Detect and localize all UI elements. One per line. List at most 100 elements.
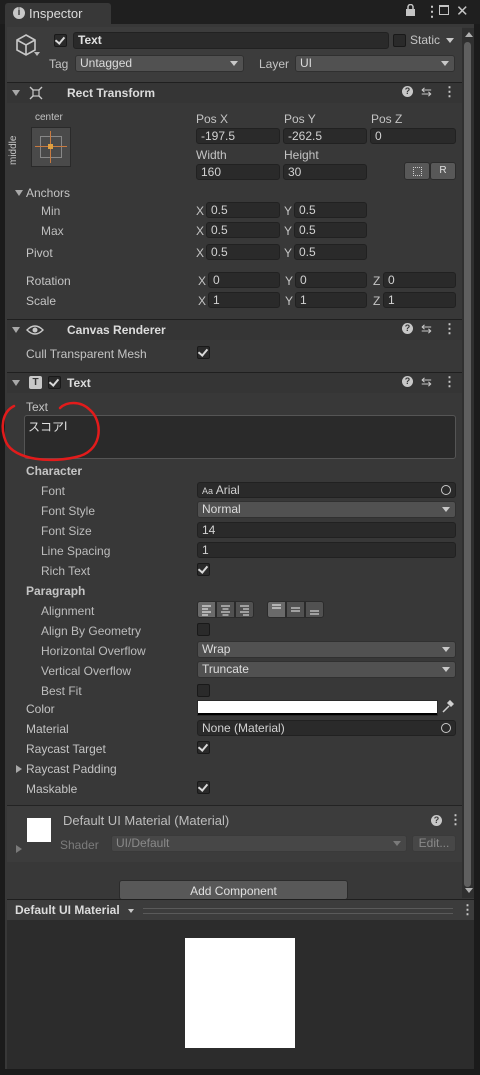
posx-field[interactable]: -197.5 [196, 128, 280, 144]
gameobject-name-field[interactable]: Text [73, 32, 389, 49]
height-field[interactable]: 30 [283, 164, 367, 180]
anchor-max-x-field[interactable]: 0.5 [206, 222, 280, 238]
color-field[interactable] [197, 700, 438, 716]
help-icon[interactable]: ? [402, 323, 413, 334]
anchors-label: Anchors [26, 186, 71, 200]
eyedropper-icon[interactable] [441, 699, 455, 717]
tag-label: Tag [49, 57, 69, 71]
rotation-y-field[interactable]: 0 [295, 272, 367, 288]
width-field[interactable]: 160 [196, 164, 280, 180]
preview-title[interactable]: Default UI Material [15, 903, 120, 917]
layer-dropdown[interactable]: UI [295, 55, 455, 72]
static-checkbox[interactable] [393, 34, 406, 47]
preset-icon[interactable]: ⇆ [421, 374, 432, 390]
rotation-x-field[interactable]: 0 [208, 272, 280, 288]
icon-dropdown-arrow[interactable] [34, 52, 40, 56]
maskable-checkbox[interactable] [197, 781, 210, 794]
preview-dropdown-arrow[interactable] [128, 909, 134, 913]
anchor-min-x-field[interactable]: 0.5 [206, 202, 280, 218]
tab-bar: i Inspector ⋮ ✕ [0, 0, 480, 24]
raycast-padding-foldout-icon[interactable] [16, 765, 22, 773]
best-fit-checkbox[interactable] [197, 684, 210, 697]
font-style-label: Font Style [41, 504, 96, 518]
foldout-arrow-icon[interactable] [12, 90, 20, 96]
tag-dropdown[interactable]: Untagged [75, 55, 244, 72]
component-menu-icon[interactable]: ⋮ [443, 321, 456, 337]
horizontal-overflow-dropdown[interactable]: Wrap [197, 641, 456, 658]
scale-y-field[interactable]: 1 [295, 292, 367, 308]
rich-text-label: Rich Text [41, 564, 91, 578]
maximize-icon[interactable] [439, 5, 449, 15]
font-size-field[interactable]: 14 [197, 522, 456, 538]
rotation-z-field[interactable]: 0 [383, 272, 456, 288]
anchor-max-y-field[interactable]: 0.5 [294, 222, 367, 238]
posx-label: Pos X [196, 112, 229, 126]
text-component-header[interactable]: T Text ? ⇆ ⋮ [7, 372, 462, 393]
align-center-button[interactable] [216, 601, 235, 618]
scale-x-field[interactable]: 1 [208, 292, 280, 308]
scrollbar-thumb[interactable] [464, 42, 471, 887]
preset-icon[interactable]: ⇆ [421, 84, 432, 100]
help-icon[interactable]: ? [402, 86, 413, 97]
align-middle-button[interactable] [286, 601, 305, 618]
foldout-arrow-icon[interactable] [12, 380, 20, 386]
anchor-min-y-field[interactable]: 0.5 [294, 202, 367, 218]
blueprint-mode-button[interactable] [404, 162, 430, 180]
material-field[interactable]: None (Material) [197, 720, 456, 736]
shader-dropdown[interactable]: UI/Default [111, 835, 407, 852]
add-component-button[interactable]: Add Component [119, 880, 348, 900]
line-spacing-field[interactable]: 1 [197, 542, 456, 558]
scrollbar-track[interactable] [462, 28, 474, 898]
preset-icon[interactable]: ⇆ [421, 321, 432, 337]
canvas-renderer-header[interactable]: Canvas Renderer ? ⇆ ⋮ [7, 319, 462, 340]
close-icon[interactable]: ✕ [456, 2, 469, 20]
posz-field[interactable]: 0 [370, 128, 456, 144]
more-menu-icon[interactable]: ⋮ [425, 3, 439, 20]
scrollbar-up-arrow[interactable] [465, 32, 473, 37]
font-style-dropdown[interactable]: Normal [197, 501, 456, 518]
best-fit-label: Best Fit [41, 684, 82, 698]
scrollbar-down-arrow[interactable] [465, 888, 473, 893]
lock-icon[interactable] [405, 3, 416, 20]
align-right-button[interactable] [235, 601, 254, 618]
pivot-x-field[interactable]: 0.5 [206, 244, 280, 260]
material-foldout-icon[interactable] [16, 845, 22, 853]
text-enabled-checkbox[interactable] [48, 376, 61, 389]
align-by-geometry-checkbox[interactable] [197, 623, 210, 636]
anchors-foldout-icon[interactable] [15, 190, 23, 196]
raycast-padding-label[interactable]: Raycast Padding [26, 762, 117, 776]
vertical-overflow-dropdown[interactable]: Truncate [197, 661, 456, 678]
pivot-y-field[interactable]: 0.5 [294, 244, 367, 260]
static-dropdown-arrow[interactable] [446, 38, 454, 43]
rect-transform-title: Rect Transform [67, 86, 156, 100]
pivot-y-axis: Y [284, 246, 293, 260]
active-checkbox[interactable] [54, 34, 67, 47]
font-field[interactable]: Aa Arial [197, 482, 456, 498]
help-icon[interactable]: ? [402, 376, 413, 387]
static-label[interactable]: Static [410, 33, 440, 47]
tab-inspector[interactable]: i Inspector [5, 3, 111, 24]
align-bottom-button[interactable] [305, 601, 324, 618]
canvas-renderer-title: Canvas Renderer [67, 323, 166, 337]
rect-transform-header[interactable]: Rect Transform ? ⇆ ⋮ [7, 82, 462, 103]
anchor-min-x-axis: X [196, 204, 205, 218]
component-menu-icon[interactable]: ⋮ [449, 812, 462, 828]
help-icon[interactable]: ? [431, 815, 442, 826]
preview-menu-icon[interactable]: ⋮ [461, 902, 474, 918]
posy-field[interactable]: -262.5 [283, 128, 367, 144]
scale-z-field[interactable]: 1 [383, 292, 456, 308]
raycast-target-checkbox[interactable] [197, 741, 210, 754]
component-menu-icon[interactable]: ⋮ [443, 84, 456, 100]
align-top-button[interactable] [267, 601, 286, 618]
cull-transparent-mesh-checkbox[interactable] [197, 346, 210, 359]
object-picker-icon[interactable] [441, 723, 451, 733]
anchor-preset-button[interactable] [31, 127, 71, 167]
shader-edit-button[interactable]: Edit... [412, 835, 456, 852]
component-menu-icon[interactable]: ⋮ [443, 374, 456, 390]
object-picker-icon[interactable] [441, 485, 451, 495]
foldout-arrow-icon[interactable] [12, 327, 20, 333]
preview-splitter[interactable] [143, 908, 453, 914]
align-left-button[interactable] [197, 601, 216, 618]
rich-text-checkbox[interactable] [197, 563, 210, 576]
raw-edit-button[interactable]: R [430, 162, 456, 180]
